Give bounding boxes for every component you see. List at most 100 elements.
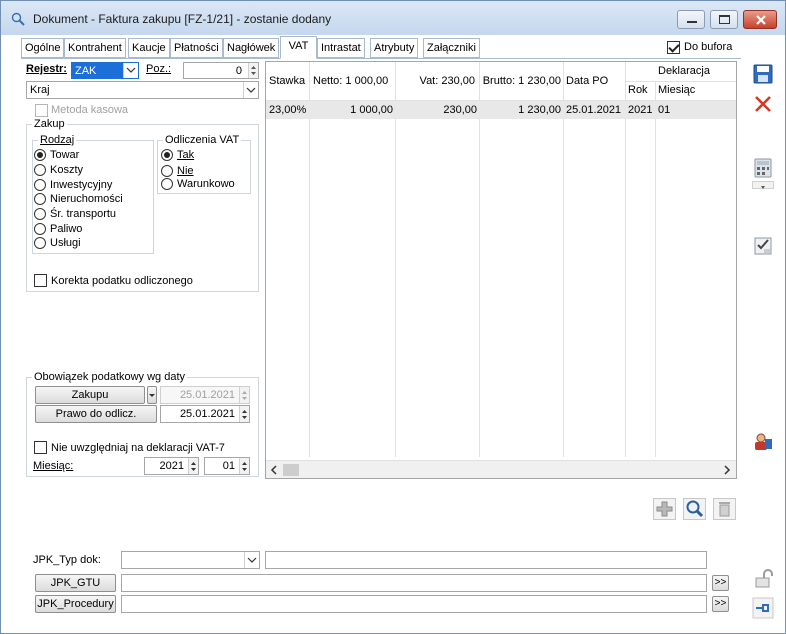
- tab-intrastat[interactable]: Intrastat: [317, 38, 365, 58]
- jpk-typ-select[interactable]: [121, 551, 260, 569]
- rodzaj-koszty-radio[interactable]: [34, 164, 46, 176]
- header-data-po[interactable]: Data PO: [566, 75, 608, 87]
- maximize-button[interactable]: [710, 10, 738, 29]
- trash-icon: [719, 502, 730, 517]
- table-row[interactable]: 23,00% 1 000,00 230,00 1 230,00 25.01.20…: [266, 101, 736, 119]
- save-icon[interactable]: [752, 63, 774, 85]
- rodzaj-inwestycyjny-label: Inwestycyjny: [50, 179, 113, 191]
- odliczenia-warunkowo-label: Warunkowo: [177, 178, 235, 190]
- odliczenia-group-title: Odliczenia VAT: [163, 134, 242, 146]
- cell-brutto: 1 230,00: [518, 104, 561, 116]
- jpk-procedury-more-button[interactable]: >>: [712, 596, 729, 612]
- calculator-menu-button[interactable]: [752, 181, 774, 189]
- calculator-icon[interactable]: [752, 157, 774, 179]
- header-brutto[interactable]: Brutto: 1 230,00: [479, 75, 561, 87]
- jpk-procedury-input[interactable]: [121, 595, 707, 613]
- rodzaj-uslugi-radio[interactable]: [34, 237, 46, 249]
- rodzaj-towar-label: Towar: [50, 149, 80, 161]
- poz-spinner[interactable]: [248, 63, 258, 78]
- rodzaj-nieruchomosci-label: Nieruchomości: [50, 193, 123, 205]
- rodzaj-inwestycyjny-radio[interactable]: [34, 179, 46, 191]
- rodzaj-paliwo-radio[interactable]: [34, 223, 46, 235]
- tab-atrybuty[interactable]: Atrybuty: [370, 38, 419, 58]
- odliczenia-warunkowo-radio[interactable]: [161, 178, 173, 190]
- odliczenia-tak-radio[interactable]: [161, 149, 173, 161]
- tab-naglowek[interactable]: Nagłówek: [223, 38, 280, 58]
- view-button[interactable]: [683, 498, 706, 520]
- poz-label: Poz.:: [146, 63, 172, 75]
- miesiac-label: Miesiąc:: [33, 460, 74, 472]
- rodzaj-sr-transportu-radio[interactable]: [34, 208, 46, 220]
- tab-zalaczniki[interactable]: Załączniki: [423, 38, 480, 58]
- rejestr-dropdown-button[interactable]: [123, 63, 138, 78]
- pin-icon[interactable]: [752, 597, 774, 619]
- search-document-icon: [11, 12, 25, 26]
- delete-button[interactable]: [713, 498, 736, 520]
- metoda-kasowa-checkbox[interactable]: [35, 104, 48, 117]
- cancel-icon[interactable]: [752, 93, 774, 115]
- vat-grid: Stawka Netto: 1 000,00 Vat: 230,00 Brutt…: [265, 61, 737, 479]
- horizontal-scrollbar[interactable]: [266, 460, 736, 478]
- cell-netto: 1 000,00: [350, 104, 393, 116]
- spinner-arrows-icon: [242, 410, 247, 419]
- jpk-procedury-button[interactable]: JPK_Procedury: [35, 595, 116, 613]
- rodzaj-nieruchomosci-radio[interactable]: [34, 193, 46, 205]
- metoda-kasowa-label: Metoda kasowa: [51, 104, 129, 116]
- miesiac-month-value: 01: [222, 460, 235, 472]
- odliczenia-nie-radio[interactable]: [161, 165, 173, 177]
- scrollbar-thumb[interactable]: [283, 464, 299, 476]
- window-title: Dokument - Faktura zakupu [FZ-1/21] - zo…: [33, 12, 332, 26]
- miesiac-month-spinner[interactable]: [239, 458, 249, 474]
- jpk-gtu-more-button[interactable]: >>: [712, 575, 729, 591]
- header-vat[interactable]: Vat: 230,00: [399, 75, 475, 87]
- jpk-gtu-button[interactable]: JPK_GTU: [35, 574, 116, 592]
- prawo-do-odliczenia-button[interactable]: Prawo do odlicz.: [35, 405, 157, 423]
- prawo-date-input[interactable]: 25.01.2021: [160, 405, 250, 423]
- minimize-button[interactable]: [677, 10, 705, 29]
- scroll-left-icon[interactable]: [269, 465, 279, 475]
- tab-kaucje[interactable]: Kaucje: [128, 38, 170, 58]
- nie-uwzgledniaj-checkbox[interactable]: [34, 441, 47, 454]
- tab-platnosci[interactable]: Płatności: [170, 38, 223, 58]
- header-miesiac[interactable]: Miesiąc: [658, 84, 695, 96]
- header-rok[interactable]: Rok: [628, 84, 648, 96]
- do-bufora-checkbox[interactable]: [667, 41, 680, 54]
- rejestr-select[interactable]: ZAK: [71, 62, 139, 79]
- zakupu-date-input[interactable]: 25.01.2021: [160, 386, 250, 404]
- poz-input[interactable]: 0: [183, 62, 259, 79]
- zakupu-date-spinner[interactable]: [239, 387, 249, 403]
- header-netto[interactable]: Netto: 1 000,00: [313, 75, 388, 87]
- chevron-down-icon: [761, 186, 765, 189]
- prawo-date-spinner[interactable]: [239, 406, 249, 422]
- jpk-typ-dropdown-button[interactable]: [244, 552, 259, 568]
- spinner-arrows-icon: [242, 462, 247, 471]
- korekta-checkbox[interactable]: [34, 274, 47, 287]
- scroll-right-icon[interactable]: [722, 465, 732, 475]
- rodzaj-koszty-label: Koszty: [50, 164, 84, 176]
- jpk-typ-description[interactable]: [265, 551, 707, 569]
- miesiac-year-spinner[interactable]: [188, 458, 198, 474]
- rodzaj-towar-radio[interactable]: [34, 149, 46, 161]
- tab-ogolne[interactable]: Ogólne: [21, 38, 65, 58]
- zakupu-menu-button[interactable]: [147, 386, 157, 404]
- rodzaj-paliwo-label: Paliwo: [50, 223, 83, 235]
- zakupu-button[interactable]: Zakupu: [35, 386, 145, 404]
- kraj-select[interactable]: Kraj: [26, 81, 259, 99]
- close-window-button[interactable]: [743, 10, 777, 29]
- header-stawka[interactable]: Stawka: [269, 75, 305, 87]
- rodzaj-group-title: Rodzaj: [38, 134, 77, 146]
- miesiac-year-value: 2021: [159, 460, 184, 472]
- spinner-arrows-icon: [191, 462, 196, 471]
- checklist-icon[interactable]: [752, 235, 774, 257]
- spinner-arrows-icon: [251, 66, 256, 75]
- contractor-icon[interactable]: [752, 431, 774, 453]
- miesiac-year-input[interactable]: 2021: [144, 457, 199, 475]
- lock-icon[interactable]: [752, 568, 774, 590]
- tab-vat[interactable]: VAT: [280, 36, 317, 59]
- chevron-down-icon: [126, 67, 136, 73]
- miesiac-month-input[interactable]: 01: [204, 457, 250, 475]
- kraj-dropdown-button[interactable]: [243, 82, 258, 98]
- jpk-gtu-input[interactable]: [121, 574, 707, 592]
- add-button[interactable]: [653, 498, 676, 520]
- tab-kontrahent[interactable]: Kontrahent: [64, 38, 126, 58]
